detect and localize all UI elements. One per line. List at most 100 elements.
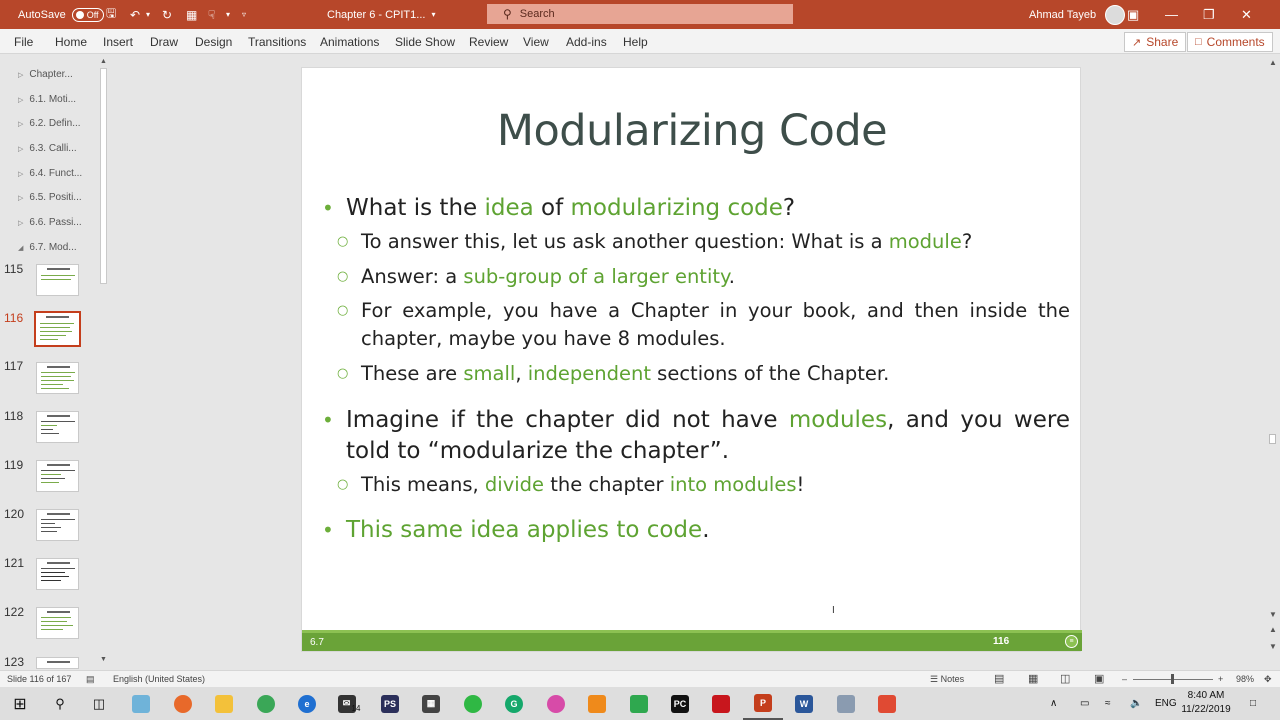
clock[interactable]: 8:40 AM 11/22/2019: [1178, 689, 1234, 717]
slide-canvas[interactable]: Modularizing Code • What is the idea of …: [301, 67, 1082, 652]
volume-icon[interactable]: 🔈: [1130, 687, 1142, 720]
bullet-level1[interactable]: • This same idea applies to code.: [322, 515, 1070, 546]
slide-thumbnail[interactable]: [36, 657, 79, 669]
collapse-triangle-icon[interactable]: ▷: [18, 194, 23, 202]
tab-file[interactable]: File: [14, 29, 33, 54]
slide-show-icon[interactable]: ▣: [1094, 672, 1104, 685]
collapse-triangle-icon[interactable]: ▷: [18, 219, 23, 227]
tab-view[interactable]: View: [523, 29, 549, 54]
share-button[interactable]: ↗ Share: [1124, 32, 1187, 52]
thumbnail-scrollbar[interactable]: ▲ ▼: [98, 56, 110, 668]
close-icon[interactable]: ✕: [1241, 0, 1279, 29]
calculator-icon[interactable]: ▦: [411, 687, 451, 720]
scroll-up-icon[interactable]: ▲: [1269, 58, 1277, 67]
section-6-5[interactable]: ▷ 6.5. Positi...: [18, 192, 82, 203]
scroll-up-icon[interactable]: ▲: [100, 58, 107, 65]
bullet-level1[interactable]: • What is the idea of modularizing code?: [322, 193, 1070, 224]
collapse-triangle-icon[interactable]: ▷: [18, 71, 23, 79]
search-input[interactable]: ⚲ Search: [487, 4, 793, 24]
notifications-icon[interactable]: □: [1250, 687, 1256, 720]
task-view-icon[interactable]: ◫: [79, 687, 119, 720]
tab-insert[interactable]: Insert: [103, 29, 133, 54]
section-6-4[interactable]: ▷ 6.4. Funct...: [18, 168, 82, 179]
app-icon[interactable]: [536, 687, 576, 720]
document-title[interactable]: Chapter 6 - CPIT1... ▾: [327, 0, 435, 29]
app-icon[interactable]: [867, 687, 907, 720]
comments-button[interactable]: □ Comments: [1187, 32, 1273, 52]
camtasia-icon[interactable]: [619, 687, 659, 720]
section-6-7[interactable]: ◢ 6.7. Mod...: [18, 242, 77, 253]
slide-thumbnail[interactable]: [36, 411, 79, 443]
scroll-down-icon[interactable]: ▼: [1269, 610, 1277, 619]
show-hidden-icons-icon[interactable]: ∧: [1050, 687, 1057, 720]
save-icon[interactable]: 🖫: [106, 0, 128, 29]
pycharm-icon[interactable]: PC: [660, 687, 700, 720]
avatar[interactable]: [1105, 4, 1126, 25]
whatsapp-icon[interactable]: [453, 687, 493, 720]
tab-add-ins[interactable]: Add-ins: [566, 29, 607, 54]
scrollbar-thumb[interactable]: [1269, 434, 1276, 444]
chrome-icon[interactable]: [246, 687, 286, 720]
collapse-triangle-icon[interactable]: ▷: [18, 170, 23, 178]
search-icon[interactable]: ⚲: [40, 687, 80, 720]
slide-thumbnail[interactable]: [36, 264, 79, 296]
bullet-level2[interactable]: ○ To answer this, let us ask another que…: [337, 228, 1070, 256]
bullet-level2[interactable]: ○ For example, you have a Chapter in you…: [337, 297, 1070, 353]
tab-animations[interactable]: Animations: [320, 29, 379, 54]
photoshop-icon[interactable]: PS: [370, 687, 410, 720]
bullet-level1[interactable]: • Imagine if the chapter did not have mo…: [322, 405, 1070, 467]
slide-sorter-icon[interactable]: ▦: [1028, 672, 1038, 685]
zoom-out-icon[interactable]: –: [1122, 674, 1127, 684]
tab-help[interactable]: Help: [623, 29, 648, 54]
slide-title[interactable]: Modularizing Code: [302, 106, 1082, 156]
collapse-triangle-icon[interactable]: ▷: [18, 145, 23, 153]
mail-icon[interactable]: ✉ 14: [329, 687, 369, 720]
word-icon[interactable]: W: [784, 687, 824, 720]
tab-home[interactable]: Home: [55, 29, 87, 54]
section-6-6[interactable]: ▷ 6.6. Passi...: [18, 217, 82, 228]
fit-to-window-icon[interactable]: ✥: [1264, 674, 1272, 685]
powerpoint-icon[interactable]: P: [743, 687, 783, 720]
slide-thumbnail[interactable]: [36, 607, 79, 639]
customize-qat-icon[interactable]: ▿: [242, 0, 264, 29]
redo-icon[interactable]: ↻: [162, 0, 184, 29]
edge-icon[interactable]: e: [287, 687, 327, 720]
slide-thumbnail[interactable]: [36, 509, 79, 541]
slide-thumbnail[interactable]: [36, 362, 79, 394]
slide-thumbnail-active[interactable]: [34, 311, 81, 347]
section-6-1[interactable]: ▷ 6.1. Moti...: [18, 94, 76, 105]
collapse-triangle-icon[interactable]: ▷: [18, 120, 23, 128]
tab-transitions[interactable]: Transitions: [248, 29, 306, 54]
zoom-level[interactable]: 98%: [1236, 674, 1254, 684]
app-icon[interactable]: [826, 687, 866, 720]
slide-thumbnail[interactable]: [36, 460, 79, 492]
tab-review[interactable]: Review: [469, 29, 508, 54]
slide-scrollbar[interactable]: ▲ ▼ ▲ ▼: [1266, 54, 1280, 670]
autosave-toggle[interactable]: AutoSave Off: [18, 0, 104, 29]
windows-start-icon[interactable]: ⊞: [0, 687, 40, 720]
file-explorer-icon[interactable]: [204, 687, 244, 720]
bullet-level2[interactable]: ○ These are small, independent sections …: [337, 360, 1070, 388]
tab-slide-show[interactable]: Slide Show: [395, 29, 455, 54]
restore-icon[interactable]: ❐: [1203, 0, 1241, 29]
collapse-triangle-icon[interactable]: ▷: [18, 96, 23, 104]
reading-view-icon[interactable]: ◫: [1060, 672, 1070, 685]
start-from-beginning-icon[interactable]: ▦: [186, 0, 208, 29]
battery-icon[interactable]: ▭: [1080, 687, 1089, 720]
autosave-switch[interactable]: Off: [71, 7, 104, 22]
zoom-slider-knob[interactable]: [1171, 674, 1174, 684]
firefox-icon[interactable]: [163, 687, 203, 720]
minimize-icon[interactable]: —: [1165, 0, 1203, 29]
user-account[interactable]: Ahmad Tayeb: [1029, 0, 1126, 29]
app-icon[interactable]: [121, 687, 161, 720]
bullet-level2[interactable]: ○ Answer: a sub-group of a larger entity…: [337, 263, 1070, 291]
normal-view-icon[interactable]: ▤: [994, 672, 1004, 685]
scroll-down-icon[interactable]: ▼: [100, 656, 107, 663]
section-6-3[interactable]: ▷ 6.3. Calli...: [18, 143, 77, 154]
next-slide-icon[interactable]: ▼: [1269, 642, 1277, 651]
tab-draw[interactable]: Draw: [150, 29, 178, 54]
ribbon-display-options-icon[interactable]: ▣: [1127, 0, 1165, 29]
slide-thumbnail[interactable]: [36, 558, 79, 590]
acrobat-icon[interactable]: [701, 687, 741, 720]
scrollbar-thumb[interactable]: [100, 68, 107, 284]
